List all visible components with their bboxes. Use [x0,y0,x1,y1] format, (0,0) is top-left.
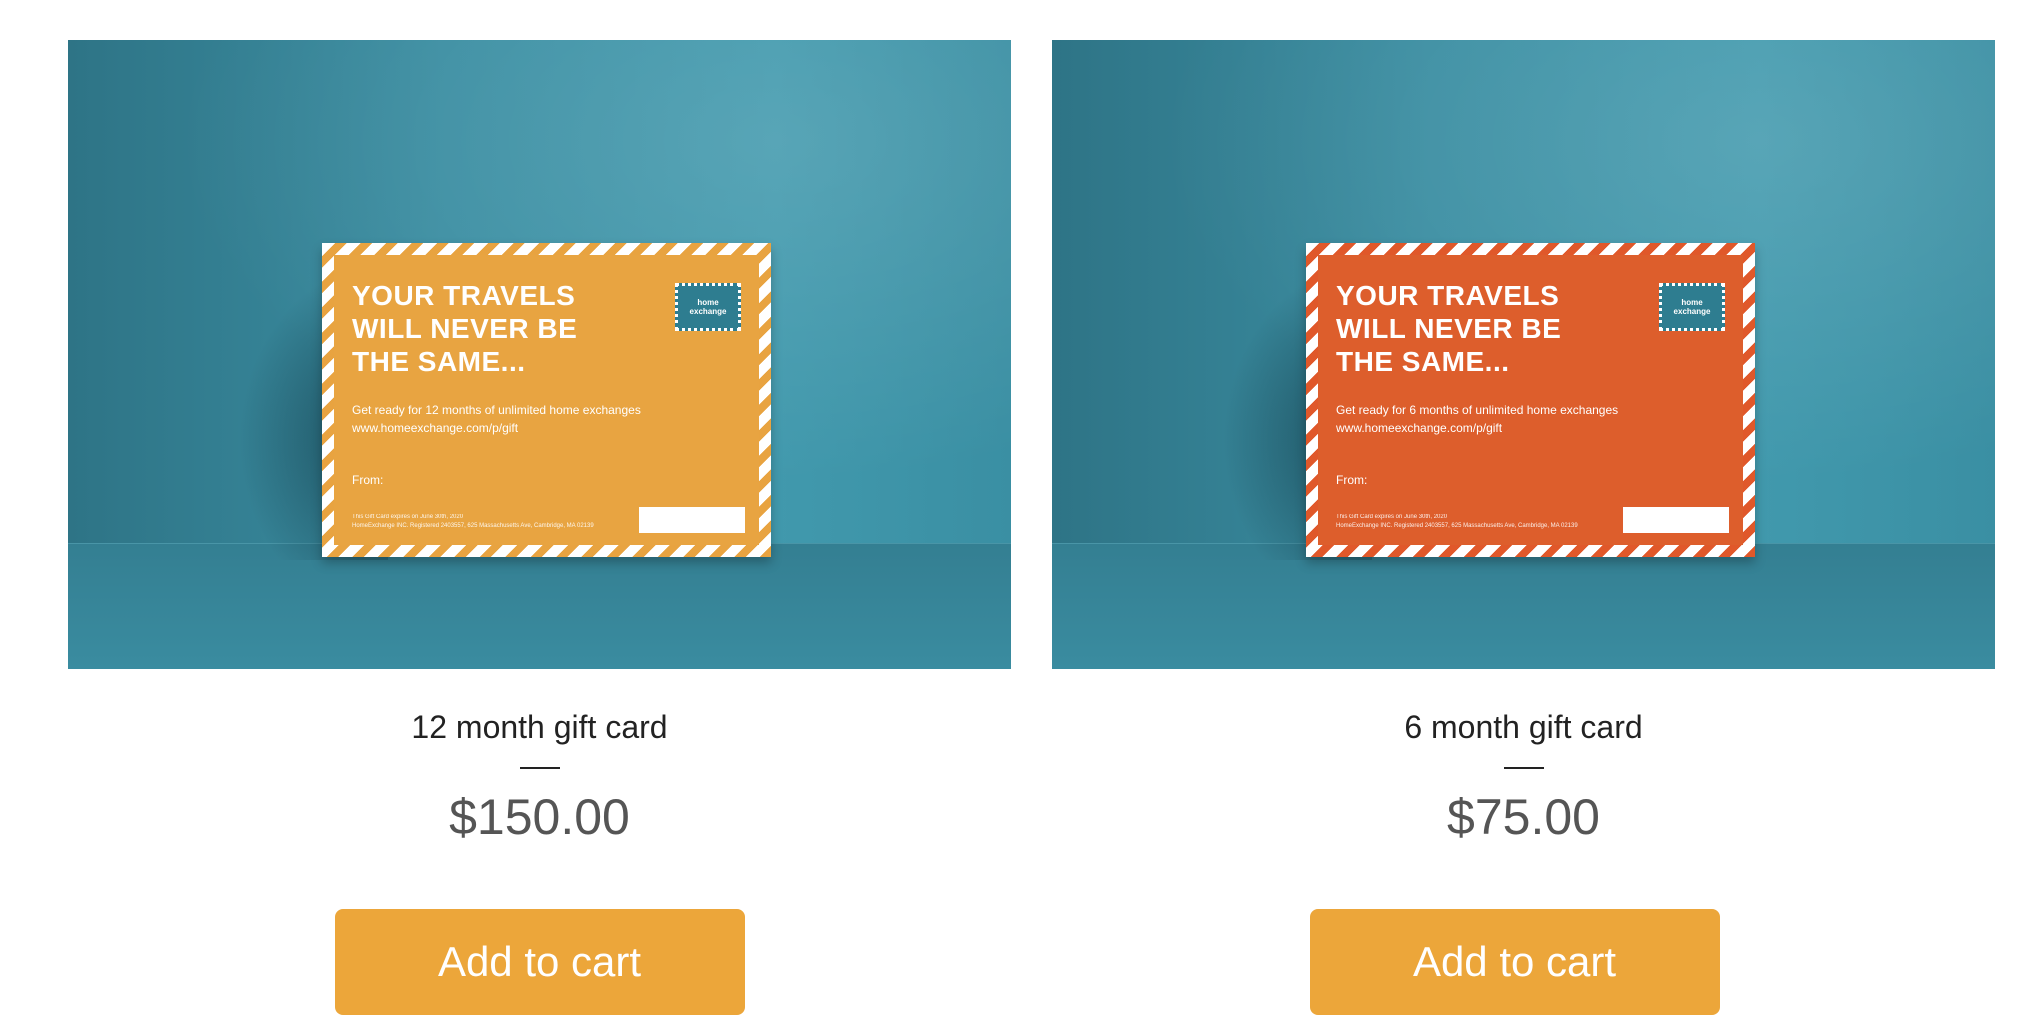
fine-print-expiry: This Gift Card expires on June 30th, 202… [1336,514,1448,520]
product-card-12-month: YOUR TRAVELS WILL NEVER BE THE SAME... h… [68,40,1011,1015]
product-image[interactable]: YOUR TRAVELS WILL NEVER BE THE SAME... h… [68,40,1011,669]
gift-card-code-box [1623,507,1729,533]
gift-card-face: YOUR TRAVELS WILL NEVER BE THE SAME... h… [334,255,759,545]
gift-card-graphic: YOUR TRAVELS WILL NEVER BE THE SAME... h… [1306,243,1755,557]
gift-card-code-box [639,507,745,533]
gift-card-headline: YOUR TRAVELS WILL NEVER BE THE SAME... [352,280,578,377]
product-image[interactable]: YOUR TRAVELS WILL NEVER BE THE SAME... h… [1052,40,1995,669]
gift-card-graphic: YOUR TRAVELS WILL NEVER BE THE SAME... h… [322,243,771,557]
photo-floor [68,543,1011,669]
gift-card-subline: Get ready for 6 months of unlimited home… [1336,401,1618,437]
gift-card-subline: Get ready for 12 months of unlimited hom… [352,401,641,437]
product-price: $75.00 [1447,789,1600,845]
gift-card-headline: YOUR TRAVELS WILL NEVER BE THE SAME... [1336,280,1562,377]
homeexchange-stamp-logo: home exchange [1659,283,1725,331]
add-to-cart-button[interactable]: Add to cart [1309,909,1720,1015]
product-info: 12 month gift card $150.00 Add to cart [68,707,1011,1015]
fine-print-company: HomeExchange INC. Registered 2403557, 62… [352,523,594,529]
product-name[interactable]: 12 month gift card [68,707,1011,747]
gift-card-from-label: From: [352,473,384,487]
gift-card-face: YOUR TRAVELS WILL NEVER BE THE SAME... h… [1318,255,1743,545]
name-price-divider [1503,767,1544,769]
product-price: $150.00 [449,789,630,845]
gift-card-from-label: From: [1336,473,1368,487]
gift-card-offer: Get ready for 6 months of unlimited home… [1336,403,1619,417]
product-info: 6 month gift card $75.00 Add to cart [1052,707,1995,1015]
name-price-divider [519,767,560,769]
gift-card-url: www.homeexchange.com/p/gift [352,421,519,435]
gift-card-fine-print: This Gift Card expires on June 30th, 202… [1336,513,1578,531]
product-card-6-month: YOUR TRAVELS WILL NEVER BE THE SAME... h… [1052,40,1995,1015]
fine-print-company: HomeExchange INC. Registered 2403557, 62… [1336,523,1578,529]
add-to-cart-button[interactable]: Add to cart [334,909,745,1015]
homeexchange-stamp-logo: home exchange [675,283,741,331]
product-name[interactable]: 6 month gift card [1052,707,1995,747]
gift-card-fine-print: This Gift Card expires on June 30th, 202… [352,513,594,531]
fine-print-expiry: This Gift Card expires on June 30th, 202… [352,514,464,520]
photo-floor [1052,543,1995,669]
gift-card-offer: Get ready for 12 months of unlimited hom… [352,403,641,417]
gift-card-url: www.homeexchange.com/p/gift [1336,421,1503,435]
